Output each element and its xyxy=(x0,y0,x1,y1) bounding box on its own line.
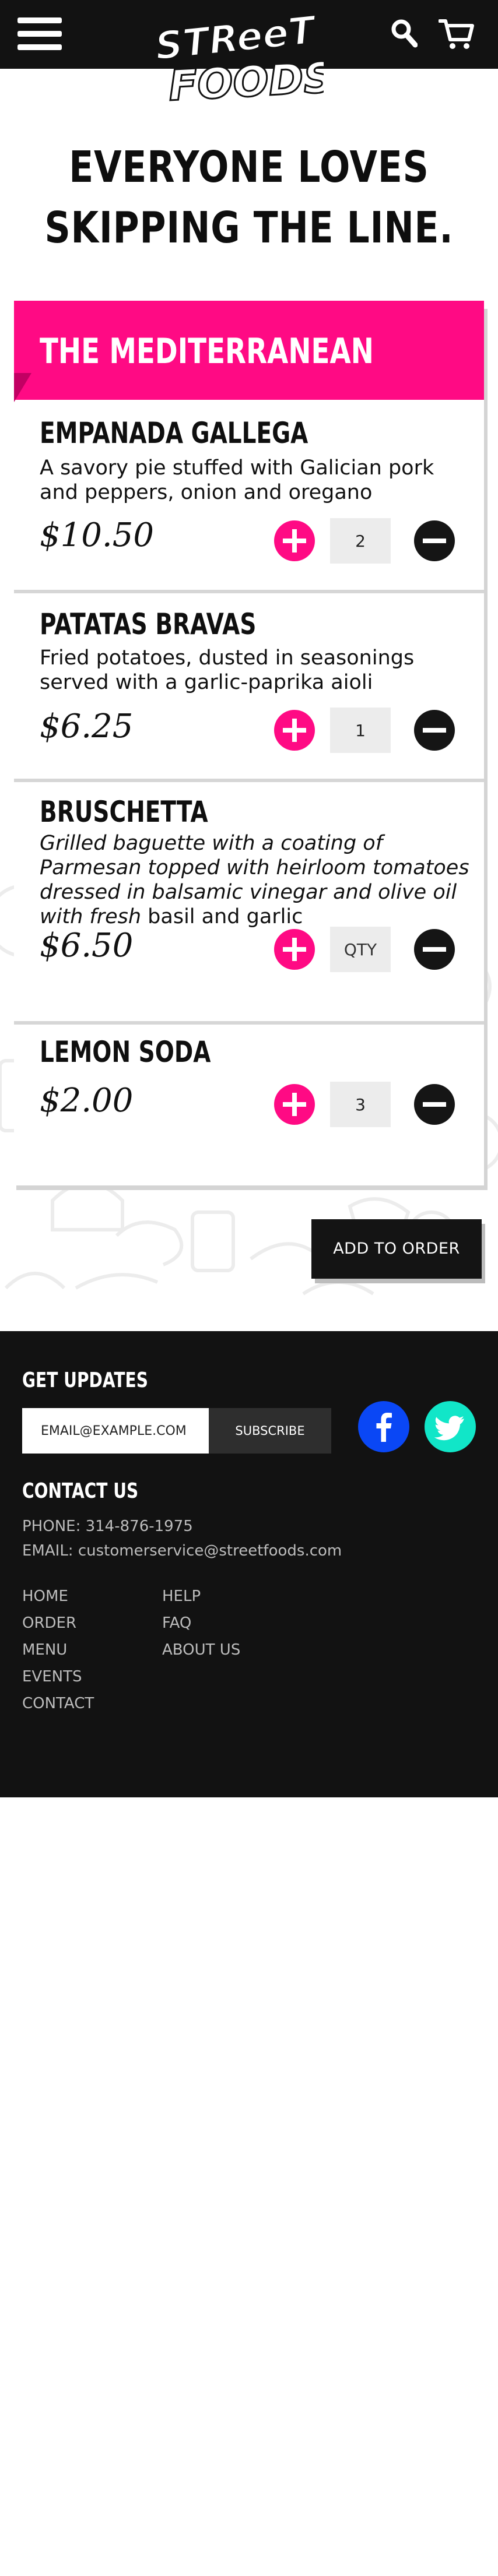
menu-icon-bar-bottom xyxy=(17,44,62,50)
decrease-quantity-button[interactable] xyxy=(414,1084,455,1125)
menu-item-name: BRUSCHETTA xyxy=(40,795,208,829)
quantity-field[interactable] xyxy=(330,1082,391,1127)
menu-item-description: Grilled baguette with a coating of Parme… xyxy=(40,831,471,929)
get-updates-title: GET UPDATES xyxy=(22,1368,148,1392)
twitter-icon xyxy=(434,1416,464,1441)
contact-us-title: CONTACT US xyxy=(22,1479,139,1503)
cart-icon[interactable] xyxy=(439,17,475,50)
footer-link-help[interactable]: HELP xyxy=(162,1588,201,1605)
menu-item-name: PATATAS BRAVAS xyxy=(40,607,257,641)
menu-card-header: THE MEDITERRANEAN xyxy=(14,301,484,400)
quantity-field[interactable] xyxy=(330,927,391,972)
footer-link-about-us[interactable]: ABOUT US xyxy=(162,1641,240,1659)
street-foods-logo[interactable]: STReeT FOODS xyxy=(149,12,324,111)
footer: GET UPDATES SUBSCRIBE CONTACT US PHONE: … xyxy=(0,1331,498,1797)
decrease-quantity-button[interactable] xyxy=(414,710,455,751)
footer-link-events[interactable]: EVENTS xyxy=(22,1668,82,1685)
decrease-quantity-button[interactable] xyxy=(414,520,455,561)
footer-link-contact[interactable]: CONTACT xyxy=(22,1695,94,1712)
contact-phone: PHONE: 314-876-1975 xyxy=(22,1518,193,1535)
menu-item-price: $10.50 xyxy=(40,516,154,554)
menu-item-empanada: EMPANADA GALLEGA A savory pie stuffed wi… xyxy=(14,400,484,591)
quantity-field[interactable] xyxy=(330,708,391,753)
hero-line-2: SKIPPING THE LINE. xyxy=(44,203,454,253)
hero-headline: EVERYONE LOVES SKIPPING THE LINE. xyxy=(43,137,456,258)
increase-quantity-button[interactable] xyxy=(274,710,315,751)
menu-item-price: $2.00 xyxy=(40,1082,134,1120)
top-bar: STReeT FOODS xyxy=(0,0,498,111)
menu-item-name: EMPANADA GALLEGA xyxy=(40,416,308,450)
increase-quantity-button[interactable] xyxy=(274,1084,315,1125)
menu-item-description: A savory pie stuffed with Galician pork … xyxy=(40,456,434,504)
menu-item-description-plain: basil and garlic xyxy=(141,905,303,928)
search-icon[interactable] xyxy=(391,19,418,48)
increase-quantity-button[interactable] xyxy=(274,520,315,561)
menu-item-patatas-bravas: PATATAS BRAVAS Fried potatoes, dusted in… xyxy=(14,593,484,779)
menu-item-lemon-soda: LEMON SODA $2.00 xyxy=(14,1025,484,1182)
menu-icon-bar-top xyxy=(17,17,62,23)
increase-quantity-button[interactable] xyxy=(274,929,315,970)
menu-item-price: $6.25 xyxy=(40,708,134,745)
subscribe-button[interactable]: SUBSCRIBE xyxy=(209,1408,331,1454)
footer-link-menu[interactable]: MENU xyxy=(22,1641,67,1659)
quantity-field[interactable] xyxy=(330,518,391,564)
logo-word-foods: FOODS xyxy=(167,52,324,110)
contact-email: EMAIL: customerservice@streetfoods.com xyxy=(22,1542,342,1560)
footer-link-faq[interactable]: FAQ xyxy=(162,1614,191,1632)
menu-section-title: THE MEDITERRANEAN xyxy=(40,331,374,372)
email-input[interactable] xyxy=(22,1408,209,1454)
menu-item-description: Fried potatoes, dusted in seasonings ser… xyxy=(40,646,415,694)
footer-link-order[interactable]: ORDER xyxy=(22,1614,76,1632)
decrease-quantity-button[interactable] xyxy=(414,929,455,970)
menu-item-bruschetta: BRUSCHETTA Grilled baguette with a coati… xyxy=(14,782,484,1022)
menu-icon[interactable] xyxy=(17,17,62,50)
hero-line-1: EVERYONE LOVES xyxy=(69,142,429,192)
facebook-icon xyxy=(376,1413,392,1442)
menu-item-price: $6.50 xyxy=(40,927,134,965)
add-to-order-button[interactable]: ADD TO ORDER xyxy=(311,1219,482,1279)
footer-link-home[interactable]: HOME xyxy=(22,1588,68,1605)
menu-item-name: LEMON SODA xyxy=(40,1035,211,1069)
menu-card-fold xyxy=(14,373,31,402)
twitter-button[interactable] xyxy=(425,1401,476,1452)
menu-icon-bar-middle xyxy=(17,31,62,37)
facebook-button[interactable] xyxy=(358,1401,409,1452)
